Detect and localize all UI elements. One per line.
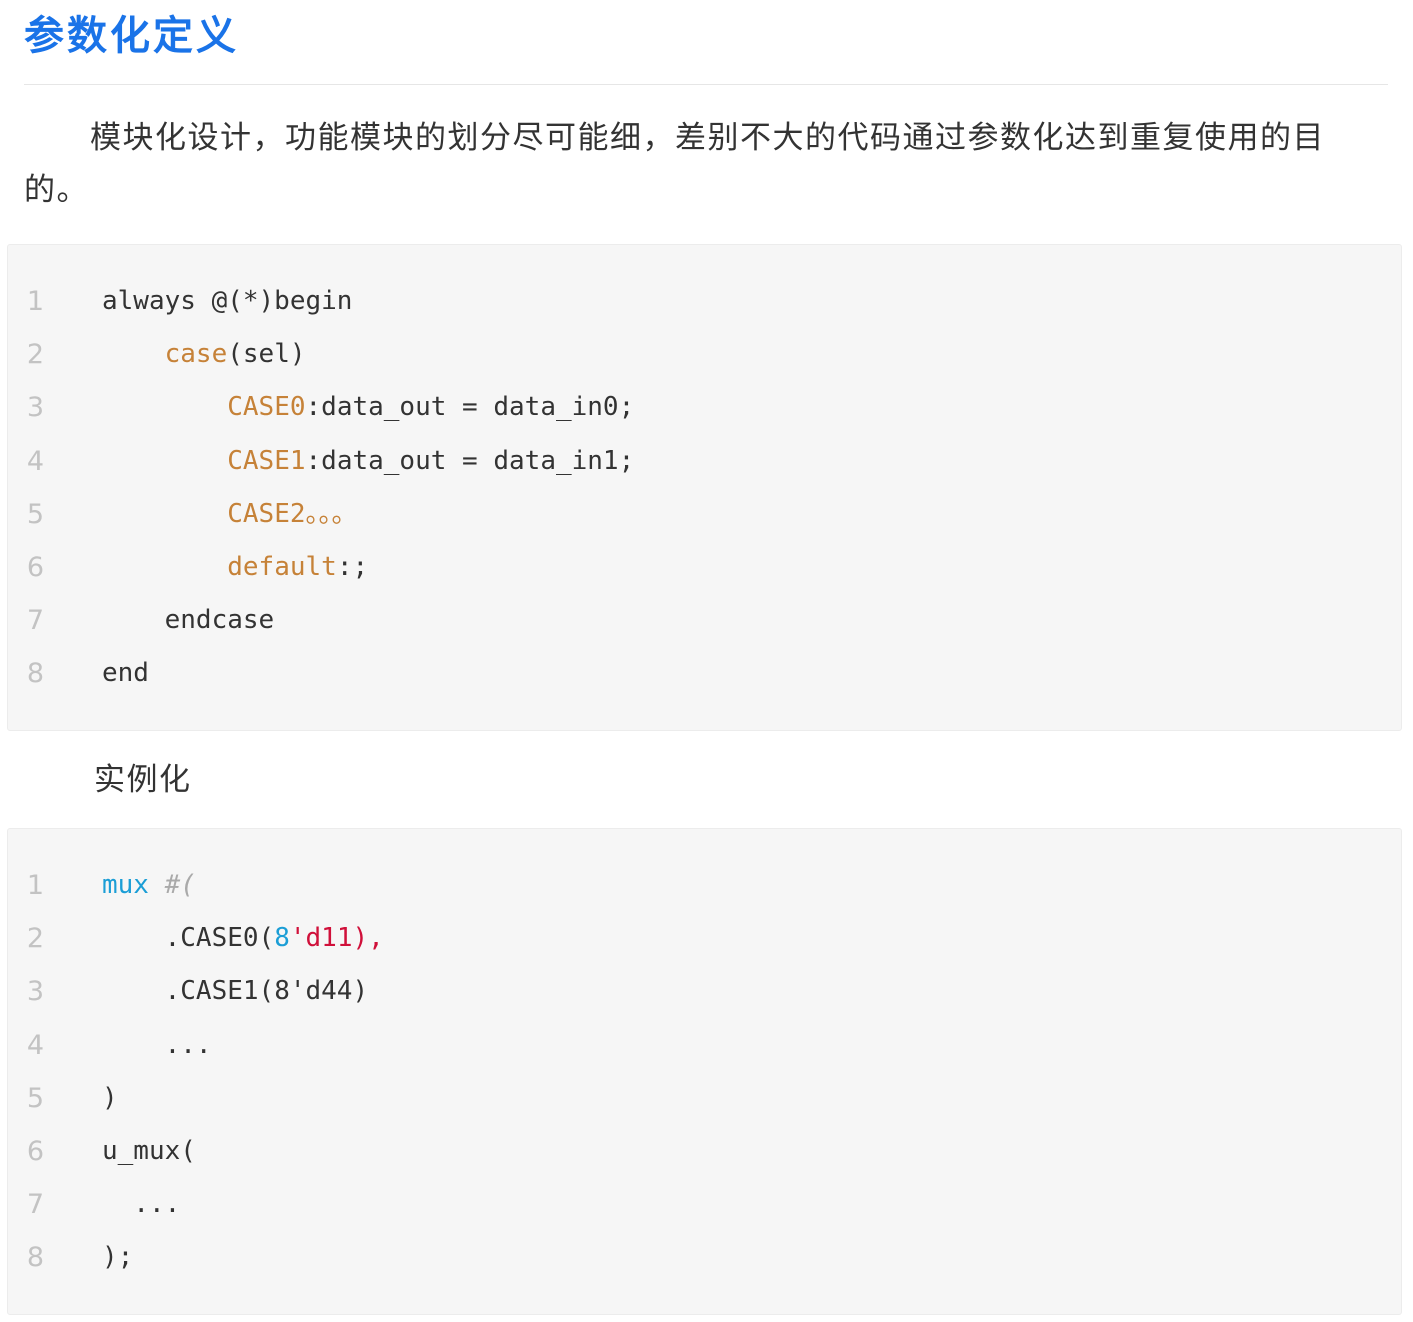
code-text: ) <box>102 1072 118 1125</box>
code-line: 3 .CASE1(8'd44) <box>8 965 368 1018</box>
code-text: .CASE1(8'd44) <box>102 965 369 1018</box>
code-text: default:; <box>102 541 368 594</box>
code-text: case(sel) <box>102 328 306 381</box>
code-text: endcase <box>102 594 275 647</box>
code-token: :data_out = data_in1; <box>305 445 635 476</box>
code-token: ); <box>102 1242 134 1273</box>
line-number: 1 <box>26 286 45 317</box>
code-token: .CASE1(8'd44) <box>164 976 369 1007</box>
code-text: mux #( <box>102 859 196 912</box>
code-text: CASE0:data_out = data_in0; <box>102 381 634 434</box>
code-token: ) <box>102 1082 118 1113</box>
code-token: :data_out = data_in0; <box>305 392 635 423</box>
code-token: default <box>227 552 337 582</box>
line-number: 6 <box>26 1136 45 1167</box>
line-number: 3 <box>26 976 45 1008</box>
code-block-instantiation[interactable]: 1 mux #(2 .CASE0(8'd11), 3 .CASE1(8'd44) 4 … <box>7 828 1402 1315</box>
code-token: #( <box>148 870 196 900</box>
instantiation-label: 实例化 <box>94 762 192 798</box>
code-token: CASE0 <box>227 392 306 423</box>
code-token: ... <box>164 1029 212 1060</box>
line-number: 1 <box>26 870 45 901</box>
code-text: always @(*)begin <box>102 275 352 328</box>
line-number: 5 <box>26 498 45 530</box>
code-line: 3 CASE0:data_out = data_in0; <box>8 381 634 434</box>
code-text: ... <box>102 1178 180 1231</box>
code-line: 8 end <box>8 647 149 700</box>
code-line: 1 always @(*)begin <box>8 275 353 328</box>
line-number: 2 <box>26 339 45 371</box>
heading-divider <box>24 84 1388 85</box>
code-token: (sel) <box>227 339 306 370</box>
code-text: CASE1:data_out = data_in1; <box>102 435 634 488</box>
line-number: 4 <box>26 1029 45 1061</box>
code-token: u_mux( <box>102 1136 196 1166</box>
line-number: 3 <box>26 392 45 424</box>
code-line: 5 CASE2。。。 <box>8 488 358 541</box>
code-line: 5) <box>8 1072 118 1125</box>
line-number: 8 <box>26 658 45 690</box>
code-text: .CASE0(8'd11), <box>102 912 384 965</box>
code-token: case <box>164 339 228 370</box>
code-text: ); <box>102 1231 133 1284</box>
code-text: end <box>102 647 149 700</box>
code-token: .CASE0( <box>164 923 275 954</box>
code-token: mux <box>102 870 149 900</box>
code-line: 2 case(sel) <box>8 328 306 381</box>
code-text: CASE2。。。 <box>102 488 358 541</box>
line-number: 7 <box>26 605 45 637</box>
page-title: 参数化定义 <box>24 13 239 59</box>
code-token: endcase <box>164 605 275 636</box>
line-number: 5 <box>26 1082 45 1114</box>
code-token: ... <box>133 1189 181 1220</box>
code-text: ... <box>102 1019 212 1072</box>
code-token: always @(*)begin <box>102 286 353 316</box>
line-number: 7 <box>26 1189 45 1221</box>
code-token: end <box>102 658 149 689</box>
code-block-always[interactable]: 1 always @(*)begin 2 case(sel) 3 CASE0:data… <box>7 244 1402 731</box>
code-line: 4 CASE1:data_out = data_in1; <box>8 435 634 488</box>
code-token: :; <box>336 552 369 582</box>
intro-paragraph: 模块化设计，功能模块的划分尽可能细，差别不大的代码通过参数化达到重复使用的目的。 <box>24 120 1325 208</box>
code-line: 7 ... <box>8 1178 180 1231</box>
line-number: 8 <box>26 1242 45 1274</box>
code-line: 6 default:; <box>8 541 368 594</box>
code-token: 'd11), <box>289 923 384 954</box>
code-token: CASE1 <box>227 445 306 476</box>
line-number: 6 <box>26 552 45 583</box>
line-number: 4 <box>26 445 45 477</box>
code-token: CASE2。。。 <box>227 498 358 529</box>
code-token: 8 <box>274 923 290 954</box>
code-line: 4 ... <box>8 1019 212 1072</box>
code-line: 2 .CASE0(8'd11), <box>8 912 384 965</box>
code-line: 6 u_mux( <box>8 1125 196 1178</box>
code-line: 8); <box>8 1231 133 1284</box>
line-number: 2 <box>26 923 45 955</box>
code-text: u_mux( <box>102 1125 196 1178</box>
code-line: 7 endcase <box>8 594 274 647</box>
code-line: 1 mux #( <box>8 859 196 912</box>
